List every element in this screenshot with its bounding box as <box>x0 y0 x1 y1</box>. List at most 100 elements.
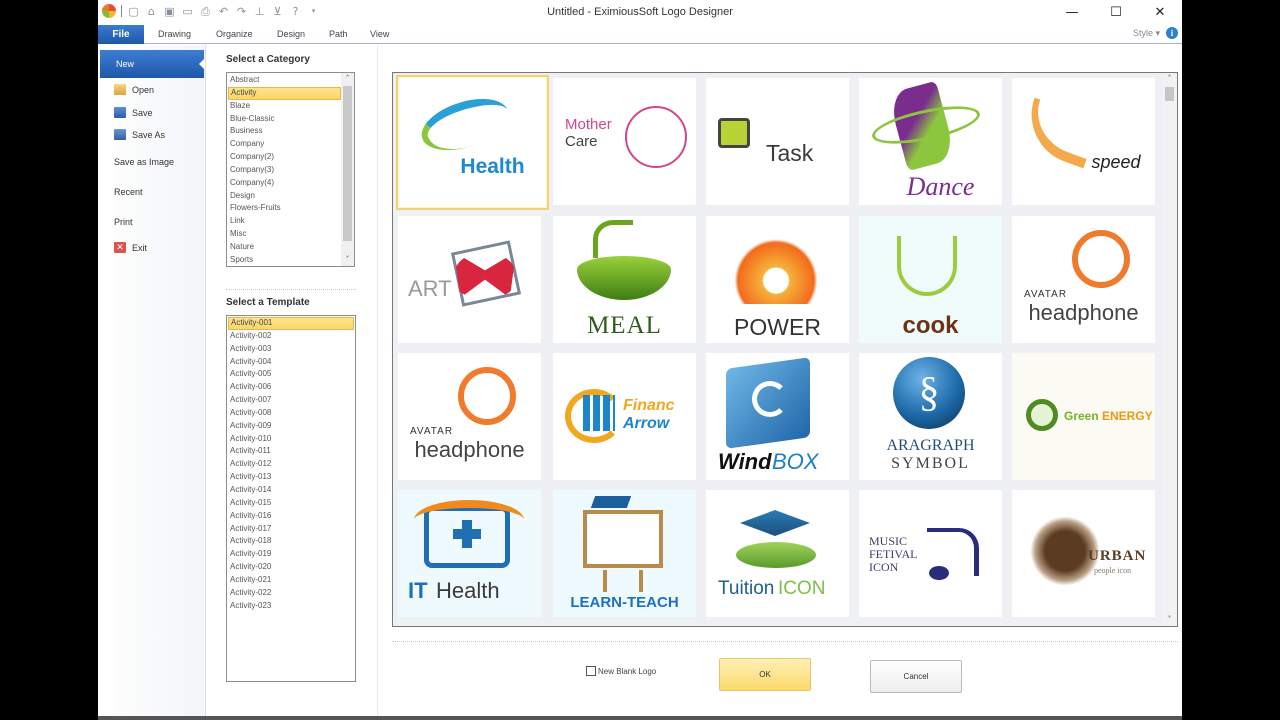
template-item[interactable]: Activity-011 <box>228 445 354 458</box>
ok-button[interactable]: OK <box>719 658 811 691</box>
file-menu-open[interactable]: Open <box>114 84 154 95</box>
logo-template-tile[interactable]: Financ Arrow <box>553 353 696 480</box>
template-item[interactable]: Activity-003 <box>228 343 354 356</box>
template-item[interactable]: Activity-005 <box>228 368 354 381</box>
logo-gallery: Health Mother Care Task Dance speed ART MEAL POW… <box>392 72 1178 627</box>
logo-template-tile[interactable]: cook <box>859 216 1002 343</box>
template-item[interactable]: Activity-015 <box>228 497 354 510</box>
logo-text-line1: Financ <box>623 397 675 414</box>
gallery-scrollbar[interactable]: ˄ ˅ <box>1162 73 1177 626</box>
template-item[interactable]: Activity-020 <box>228 561 354 574</box>
logo-template-tile[interactable]: Mother Care <box>553 78 696 205</box>
category-item[interactable]: Business <box>228 125 341 138</box>
logo-template-tile[interactable]: IT Health <box>398 490 541 617</box>
logo-template-tile[interactable]: AVATAR headphone <box>398 353 541 480</box>
file-menu-exit-label: Exit <box>132 242 148 253</box>
scroll-up-icon[interactable]: ˄ <box>341 73 354 85</box>
file-menu-save-as[interactable]: Save As <box>114 129 165 140</box>
tab-organize[interactable]: Organize <box>216 25 253 44</box>
category-item[interactable]: Company(2) <box>228 151 341 164</box>
logo-template-tile[interactable]: AVATAR headphone <box>1012 216 1155 343</box>
template-item[interactable]: Activity-002 <box>228 330 354 343</box>
category-item[interactable]: Company(3) <box>228 164 341 177</box>
category-item[interactable]: Sports <box>228 254 341 266</box>
graduation-cap-icon <box>590 496 632 508</box>
template-item[interactable]: Activity-010 <box>228 433 354 446</box>
logo-template-tile[interactable]: Wind BOX <box>706 353 849 480</box>
template-item[interactable]: Activity-014 <box>228 484 354 497</box>
template-item[interactable]: Activity-004 <box>228 356 354 369</box>
pie-base-icon <box>736 542 816 568</box>
template-item[interactable]: Activity-012 <box>228 458 354 471</box>
logo-template-tile[interactable]: § ARAGRAPH SYMBOL <box>859 353 1002 480</box>
logo-template-tile[interactable]: Task <box>706 78 849 205</box>
category-item[interactable]: Flowers-Fruits <box>228 202 341 215</box>
template-item[interactable]: Activity-023 <box>228 600 354 613</box>
category-item[interactable]: Link <box>228 215 341 228</box>
category-item[interactable]: Misc <box>228 228 341 241</box>
tab-design[interactable]: Design <box>277 25 305 44</box>
tab-view[interactable]: View <box>370 25 389 44</box>
scroll-thumb[interactable] <box>343 86 352 241</box>
logo-template-tile[interactable]: MUSIC FETIVAL ICON <box>859 490 1002 617</box>
tab-file[interactable]: File <box>98 25 144 44</box>
logo-template-tile[interactable]: Green ENERGY <box>1012 353 1155 480</box>
template-item[interactable]: Activity-006 <box>228 381 354 394</box>
file-menu-print[interactable]: Print <box>114 217 133 227</box>
category-item[interactable]: Blue-Classic <box>228 113 341 126</box>
template-item[interactable]: Activity-009 <box>228 420 354 433</box>
tab-drawing[interactable]: Drawing <box>158 25 191 44</box>
category-item[interactable]: Activity <box>228 86 341 100</box>
template-item[interactable]: Activity-001 <box>228 317 354 330</box>
file-menu-exit[interactable]: ✕ Exit <box>114 242 147 253</box>
logo-template-tile[interactable]: Health <box>396 75 549 210</box>
file-menu-recent[interactable]: Recent <box>114 187 143 197</box>
file-menu-new[interactable]: New <box>100 50 205 78</box>
template-item[interactable]: Activity-008 <box>228 407 354 420</box>
template-item[interactable]: Activity-021 <box>228 574 354 587</box>
cancel-button[interactable]: Cancel <box>870 660 962 693</box>
tab-path[interactable]: Path <box>329 25 348 44</box>
logo-template-tile[interactable]: LEARN-TEACH <box>553 490 696 617</box>
scroll-down-icon[interactable]: ˅ <box>1162 614 1177 626</box>
template-item[interactable]: Activity-016 <box>228 510 354 523</box>
close-button[interactable]: ✕ <box>1138 0 1182 25</box>
logo-template-tile[interactable]: MEAL <box>553 216 696 343</box>
scroll-down-icon[interactable]: ˅ <box>341 254 354 266</box>
category-item[interactable]: Company(4) <box>228 177 341 190</box>
logo-template-tile[interactable]: Dance <box>859 78 1002 205</box>
category-item[interactable]: Nature <box>228 241 341 254</box>
logo-template-tile[interactable]: ART <box>398 216 541 343</box>
template-list[interactable]: Activity-001 Activity-002 Activity-003 Acti… <box>226 315 356 682</box>
category-item[interactable]: Design <box>228 190 341 203</box>
file-menu-save-as-image[interactable]: Save as Image <box>114 157 174 167</box>
file-menu-save-as-label: Save As <box>132 129 166 140</box>
title-bar: ▢ ⌂ ▣ ▭ ⎙ ↶ ↷ ⊥ ⊻ ? ▾ Untitled - Eximiou… <box>98 0 1182 25</box>
logo-template-tile[interactable]: speed <box>1012 78 1155 205</box>
template-item[interactable]: Activity-017 <box>228 523 354 536</box>
ribbon-tabs: File Drawing Organize Design Path View S… <box>98 25 1182 44</box>
logo-template-tile[interactable]: Tuition ICON <box>706 490 849 617</box>
new-blank-logo-option[interactable]: New Blank Logo <box>586 666 656 676</box>
template-item[interactable]: Activity-019 <box>228 548 354 561</box>
style-dropdown[interactable]: Style ▾ <box>1133 28 1160 39</box>
category-item[interactable]: Blaze <box>228 100 341 113</box>
scroll-up-icon[interactable]: ˄ <box>1162 73 1177 85</box>
logo-template-tile[interactable]: URBAN people icon <box>1012 490 1155 617</box>
maximize-button[interactable]: ☐ <box>1094 0 1138 25</box>
new-blank-logo-checkbox[interactable] <box>586 666 596 676</box>
scroll-thumb[interactable] <box>1165 87 1174 101</box>
logo-text-line2: Care <box>565 133 598 150</box>
info-icon[interactable]: i <box>1166 27 1178 39</box>
file-menu-save[interactable]: Save <box>114 107 153 118</box>
minimize-button[interactable]: — <box>1050 0 1094 25</box>
template-item[interactable]: Activity-007 <box>228 394 354 407</box>
category-list[interactable]: Abstract Activity Blaze Blue-Classic Busines… <box>226 72 355 267</box>
template-item[interactable]: Activity-018 <box>228 535 354 548</box>
template-item[interactable]: Activity-022 <box>228 587 354 600</box>
template-item[interactable]: Activity-013 <box>228 471 354 484</box>
logo-template-tile[interactable]: POWER <box>706 216 849 343</box>
category-scrollbar[interactable]: ˄ ˅ <box>341 73 354 266</box>
category-item[interactable]: Abstract <box>228 74 341 87</box>
category-item[interactable]: Company <box>228 138 341 151</box>
